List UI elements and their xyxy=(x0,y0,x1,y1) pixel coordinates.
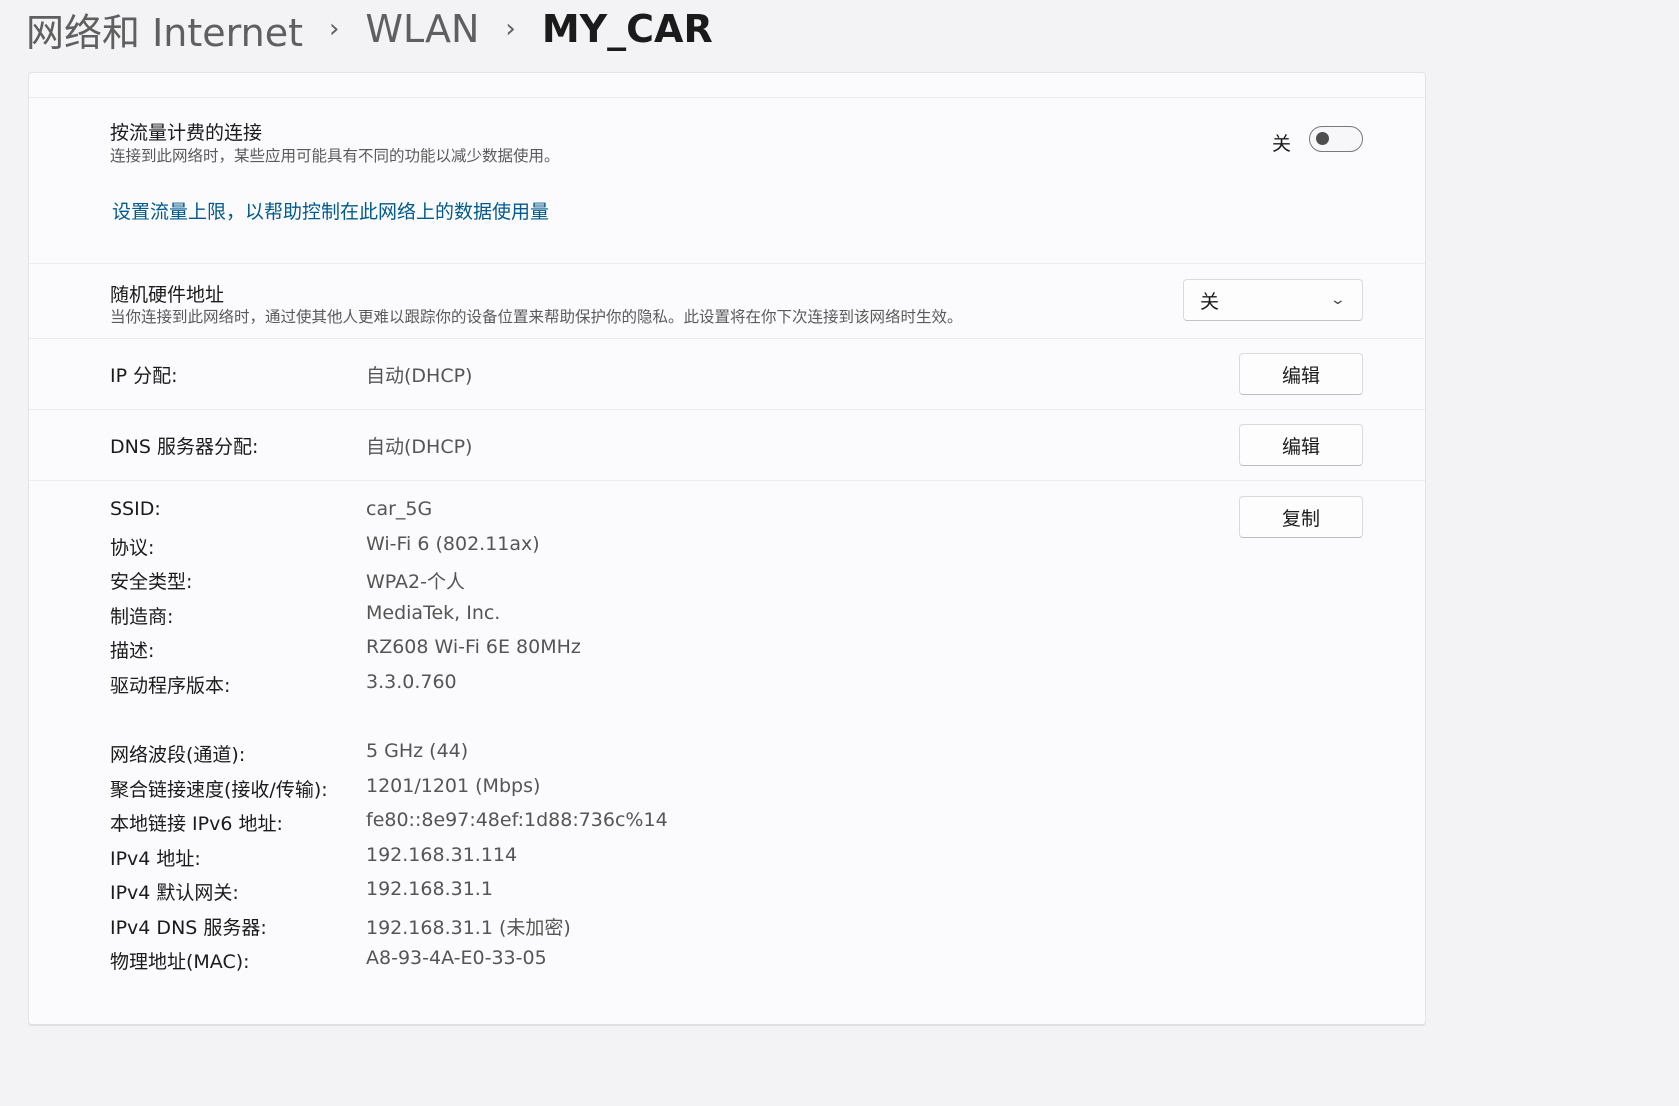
property-label-mac-address: 物理地址(MAC): xyxy=(110,951,250,973)
metered-toggle-state-label: 关 xyxy=(1272,133,1292,155)
property-label-ipv6-link-local: 本地链接 IPv6 地址: xyxy=(110,813,283,835)
random-hardware-address-title: 随机硬件地址 xyxy=(110,284,225,306)
metered-connection-toggle[interactable] xyxy=(1309,126,1363,152)
metered-connection-description: 连接到此网络时，某些应用可能具有不同的功能以减少数据使用。 xyxy=(110,147,560,165)
property-label-ipv4-dns: IPv4 DNS 服务器: xyxy=(110,917,267,939)
chevron-down-icon: ⌄ xyxy=(1329,292,1347,308)
dropdown-selected-value: 关 xyxy=(1200,290,1220,313)
property-value-manufacturer: MediaTek, Inc. xyxy=(366,602,501,624)
breadcrumb-network-internet[interactable]: 网络和 Internet xyxy=(26,2,303,57)
property-label-protocol: 协议: xyxy=(110,537,155,559)
property-label-ipv4-gateway: IPv4 默认网关: xyxy=(110,882,239,904)
edit-ip-assignment-button[interactable]: 编辑 xyxy=(1239,353,1363,395)
property-value-security-type: WPA2-个人 xyxy=(366,571,465,593)
property-value-ipv4-address: 192.168.31.114 xyxy=(366,844,518,866)
property-value-ipv6-link-local: fe80::8e97:48ef:1d88:736c%14 xyxy=(366,809,668,831)
property-label-network-band: 网络波段(通道): xyxy=(110,744,246,766)
ip-assignment-value: 自动(DHCP) xyxy=(366,365,473,387)
property-label-security-type: 安全类型: xyxy=(110,571,193,593)
random-hardware-address-dropdown[interactable]: 关 ⌄ xyxy=(1183,279,1363,321)
chevron-right-icon: › xyxy=(328,14,340,44)
property-label-ipv4-address: IPv4 地址: xyxy=(110,848,201,870)
edit-dns-assignment-button[interactable]: 编辑 xyxy=(1239,424,1363,466)
property-value-description: RZ608 Wi-Fi 6E 80MHz xyxy=(366,636,581,658)
divider xyxy=(29,409,1425,410)
divider xyxy=(29,263,1425,264)
property-label-driver-version: 驱动程序版本: xyxy=(110,675,231,697)
property-value-ipv4-dns: 192.168.31.1 (未加密) xyxy=(366,917,571,939)
breadcrumb-wlan[interactable]: WLAN xyxy=(365,7,479,51)
ip-assignment-label: IP 分配: xyxy=(110,365,178,387)
toggle-knob xyxy=(1316,132,1329,145)
property-label-description: 描述: xyxy=(110,640,155,662)
property-label-link-speed: 聚合链接速度(接收/传输): xyxy=(110,779,328,801)
property-value-link-speed: 1201/1201 (Mbps) xyxy=(366,775,541,797)
dns-assignment-value: 自动(DHCP) xyxy=(366,436,473,458)
property-value-network-band: 5 GHz (44) xyxy=(366,740,469,762)
divider xyxy=(29,97,1425,98)
property-label-manufacturer: 制造商: xyxy=(110,606,174,628)
divider xyxy=(29,480,1425,481)
dns-assignment-label: DNS 服务器分配: xyxy=(110,436,259,458)
chevron-right-icon: › xyxy=(505,14,516,44)
divider xyxy=(29,338,1425,339)
property-value-ipv4-gateway: 192.168.31.1 xyxy=(366,878,493,900)
network-properties-panel: 按流量计费的连接 连接到此网络时，某些应用可能具有不同的功能以减少数据使用。 关… xyxy=(28,72,1426,1026)
property-value-ssid: car_5G xyxy=(366,498,433,520)
copy-properties-button[interactable]: 复制 xyxy=(1239,496,1363,538)
property-value-driver-version: 3.3.0.760 xyxy=(366,671,457,693)
property-value-protocol: Wi-Fi 6 (802.11ax) xyxy=(366,533,540,555)
property-value-mac-address: A8-93-4A-E0-33-05 xyxy=(366,947,547,969)
metered-connection-title: 按流量计费的连接 xyxy=(110,122,263,144)
property-label-ssid: SSID: xyxy=(110,498,161,520)
page-title: MY_CAR xyxy=(541,7,713,51)
breadcrumb: 网络和 Internet › WLAN › MY_CAR xyxy=(26,6,713,55)
random-hardware-address-description: 当你连接到此网络时，通过使其他人更难以跟踪你的设备位置来帮助保护你的隐私。此设置… xyxy=(110,308,963,326)
set-data-limit-link[interactable]: 设置流量上限，以帮助控制在此网络上的数据使用量 xyxy=(112,197,549,224)
